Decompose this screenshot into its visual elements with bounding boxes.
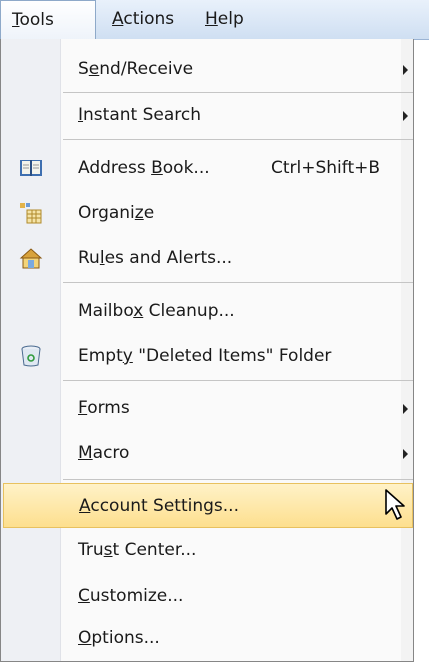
menu-item-send-receive[interactable]: Send/Receive bbox=[1, 47, 413, 92]
menu-actions[interactable]: Actions bbox=[112, 0, 174, 40]
menu-item-macro[interactable]: Macro bbox=[1, 431, 413, 476]
menu-item-label: Account Settings... bbox=[79, 496, 239, 516]
menu-item-label: Options... bbox=[78, 628, 160, 648]
recycle-bin-icon bbox=[19, 344, 43, 368]
mouse-pointer-icon bbox=[385, 489, 405, 520]
submenu-arrow-icon bbox=[403, 449, 408, 459]
menu-tools[interactable]: Tools bbox=[0, 0, 96, 40]
address-book-icon bbox=[19, 156, 43, 180]
menu-item-label: Mailbox Cleanup... bbox=[78, 301, 235, 321]
menu-bar: Tools Actions Help bbox=[0, 0, 429, 40]
menu-item-label: Address Book... bbox=[78, 158, 210, 178]
menu-item-label: Send/Receive bbox=[78, 59, 194, 79]
menu-help[interactable]: Help bbox=[205, 0, 244, 40]
menu-separator bbox=[63, 282, 413, 283]
submenu-arrow-icon bbox=[403, 65, 408, 75]
submenu-arrow-icon bbox=[403, 404, 408, 414]
menu-item-label: Trust Center... bbox=[78, 540, 197, 560]
menu-item-forms[interactable]: Forms bbox=[1, 386, 413, 431]
menu-item-label: Empty "Deleted Items" Folder bbox=[78, 346, 332, 366]
menu-item-trust-center[interactable]: Trust Center... bbox=[1, 528, 413, 573]
menu-actions-text-rest: ctions bbox=[123, 9, 175, 29]
tools-dropdown-menu: Send/Receive Instant Search Address Book… bbox=[0, 39, 414, 662]
menu-item-empty-deleted-items[interactable]: Empty "Deleted Items" Folder bbox=[1, 334, 413, 379]
menu-tools-text-rest: ools bbox=[19, 10, 54, 30]
menu-item-instant-search[interactable]: Instant Search bbox=[1, 93, 413, 138]
menu-item-address-book[interactable]: Address Book... Ctrl+Shift+B bbox=[1, 146, 413, 191]
menu-item-shortcut: Ctrl+Shift+B bbox=[271, 158, 381, 178]
menu-item-options[interactable]: Options... bbox=[1, 616, 413, 661]
menu-actions-accelerator: A bbox=[112, 9, 124, 29]
menu-item-label: Rules and Alerts... bbox=[78, 248, 233, 268]
rules-alerts-icon bbox=[19, 246, 43, 270]
menu-help-accelerator: H bbox=[205, 9, 218, 29]
menu-separator bbox=[63, 479, 413, 480]
menu-help-text-rest: elp bbox=[217, 9, 244, 29]
submenu-arrow-icon bbox=[403, 111, 408, 121]
menu-item-label: Instant Search bbox=[78, 105, 201, 125]
menu-item-rules-alerts[interactable]: Rules and Alerts... bbox=[1, 236, 413, 281]
menu-item-account-settings[interactable]: Account Settings... bbox=[3, 483, 413, 528]
menu-item-label: Organize bbox=[78, 203, 155, 223]
menu-item-customize[interactable]: Customize... bbox=[1, 574, 413, 619]
menu-item-organize[interactable]: Organize bbox=[1, 191, 413, 236]
menu-tools-accelerator: T bbox=[12, 10, 20, 30]
menu-item-label: Forms bbox=[78, 398, 130, 418]
menu-item-label: Macro bbox=[78, 443, 130, 463]
menu-item-label: Customize... bbox=[78, 586, 184, 606]
menu-separator bbox=[63, 380, 413, 381]
menu-separator bbox=[63, 139, 413, 140]
menu-item-mailbox-cleanup[interactable]: Mailbox Cleanup... bbox=[1, 289, 413, 334]
organize-icon bbox=[19, 201, 43, 225]
